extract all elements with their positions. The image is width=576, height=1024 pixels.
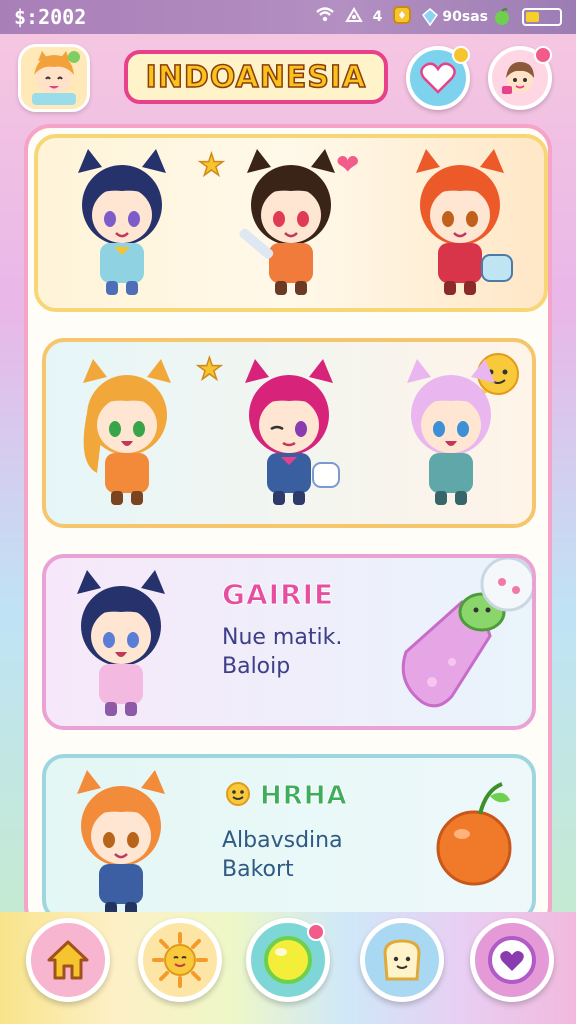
character-card[interactable] — [62, 143, 182, 303]
notification-badge — [534, 46, 552, 64]
heart-icon — [488, 936, 536, 984]
sun-icon — [152, 932, 208, 988]
character-card[interactable] — [229, 353, 349, 513]
chibi-avatar-icon — [32, 51, 80, 105]
game-title: INDOANESIA — [145, 59, 367, 96]
status-bar: $:2002 4 90sas — [0, 0, 576, 34]
character-row-2[interactable]: ★ — [42, 338, 536, 528]
card-line: Albavsdina — [222, 828, 343, 853]
character-portrait — [56, 764, 186, 918]
nav-bread-button[interactable] — [360, 918, 444, 1002]
favorites-button[interactable] — [406, 46, 470, 110]
notification-badge — [452, 46, 470, 64]
card-line: Bakort — [222, 857, 294, 882]
character-card[interactable] — [400, 143, 520, 303]
wifi-icon — [315, 7, 335, 27]
nav-home-button[interactable] — [26, 918, 110, 1002]
character-detail-card-2[interactable]: HRHA Albavsdina Bakort — [42, 754, 536, 922]
orange-fruit-icon[interactable] — [430, 776, 526, 900]
profile-avatar-icon — [502, 62, 534, 94]
apple-icon — [495, 8, 509, 25]
money-counter: $:2002 — [14, 5, 87, 29]
header: INDOANESIA — [0, 38, 576, 116]
nav-sun-button[interactable] — [138, 918, 222, 1002]
notification-badge — [307, 923, 325, 941]
character-card[interactable] — [391, 353, 511, 513]
card-title: HRHA — [260, 781, 348, 812]
coin-icon — [392, 5, 412, 29]
heart-icon — [420, 62, 456, 94]
character-card[interactable] — [67, 353, 187, 513]
character-card[interactable] — [231, 143, 351, 303]
potion-bottle-icon[interactable] — [392, 558, 532, 726]
profile-button[interactable] — [488, 46, 552, 110]
signal-icon — [344, 7, 363, 27]
game-title-banner: INDOANESIA — [124, 50, 388, 104]
card-text-block: HRHA Albavsdina Bakort — [222, 778, 348, 883]
home-icon — [47, 940, 89, 980]
gem-label: 90sas — [442, 9, 488, 25]
nav-favorite-button[interactable] — [470, 918, 554, 1002]
orb-icon — [264, 936, 312, 984]
card-line: Baloip — [222, 654, 291, 679]
sun-face-icon — [222, 778, 254, 814]
gem-counter[interactable]: 90sas — [422, 8, 512, 26]
gem-icon — [422, 8, 439, 26]
bread-icon — [383, 939, 421, 981]
character-portrait — [56, 564, 186, 724]
character-detail-card-1[interactable]: GAIRIE Nue matik. Baloip — [42, 554, 536, 730]
card-title: GAIRIE — [221, 578, 335, 612]
nav-play-button[interactable] — [246, 918, 330, 1002]
character-panel: ★ ❤ ★ GAIRIE Nue matik. Baloip HRHA Alba… — [24, 124, 552, 932]
card-text-block: GAIRIE Nue matik. Baloip — [221, 578, 343, 680]
character-row-1[interactable]: ★ ❤ — [34, 134, 548, 312]
player-avatar[interactable] — [18, 44, 90, 112]
status-icons: 4 90sas — [315, 5, 562, 29]
mid-value: 4 — [372, 9, 383, 25]
bottom-nav — [0, 912, 576, 1024]
card-line: Nue matik. — [222, 625, 343, 650]
battery-icon — [522, 8, 562, 26]
